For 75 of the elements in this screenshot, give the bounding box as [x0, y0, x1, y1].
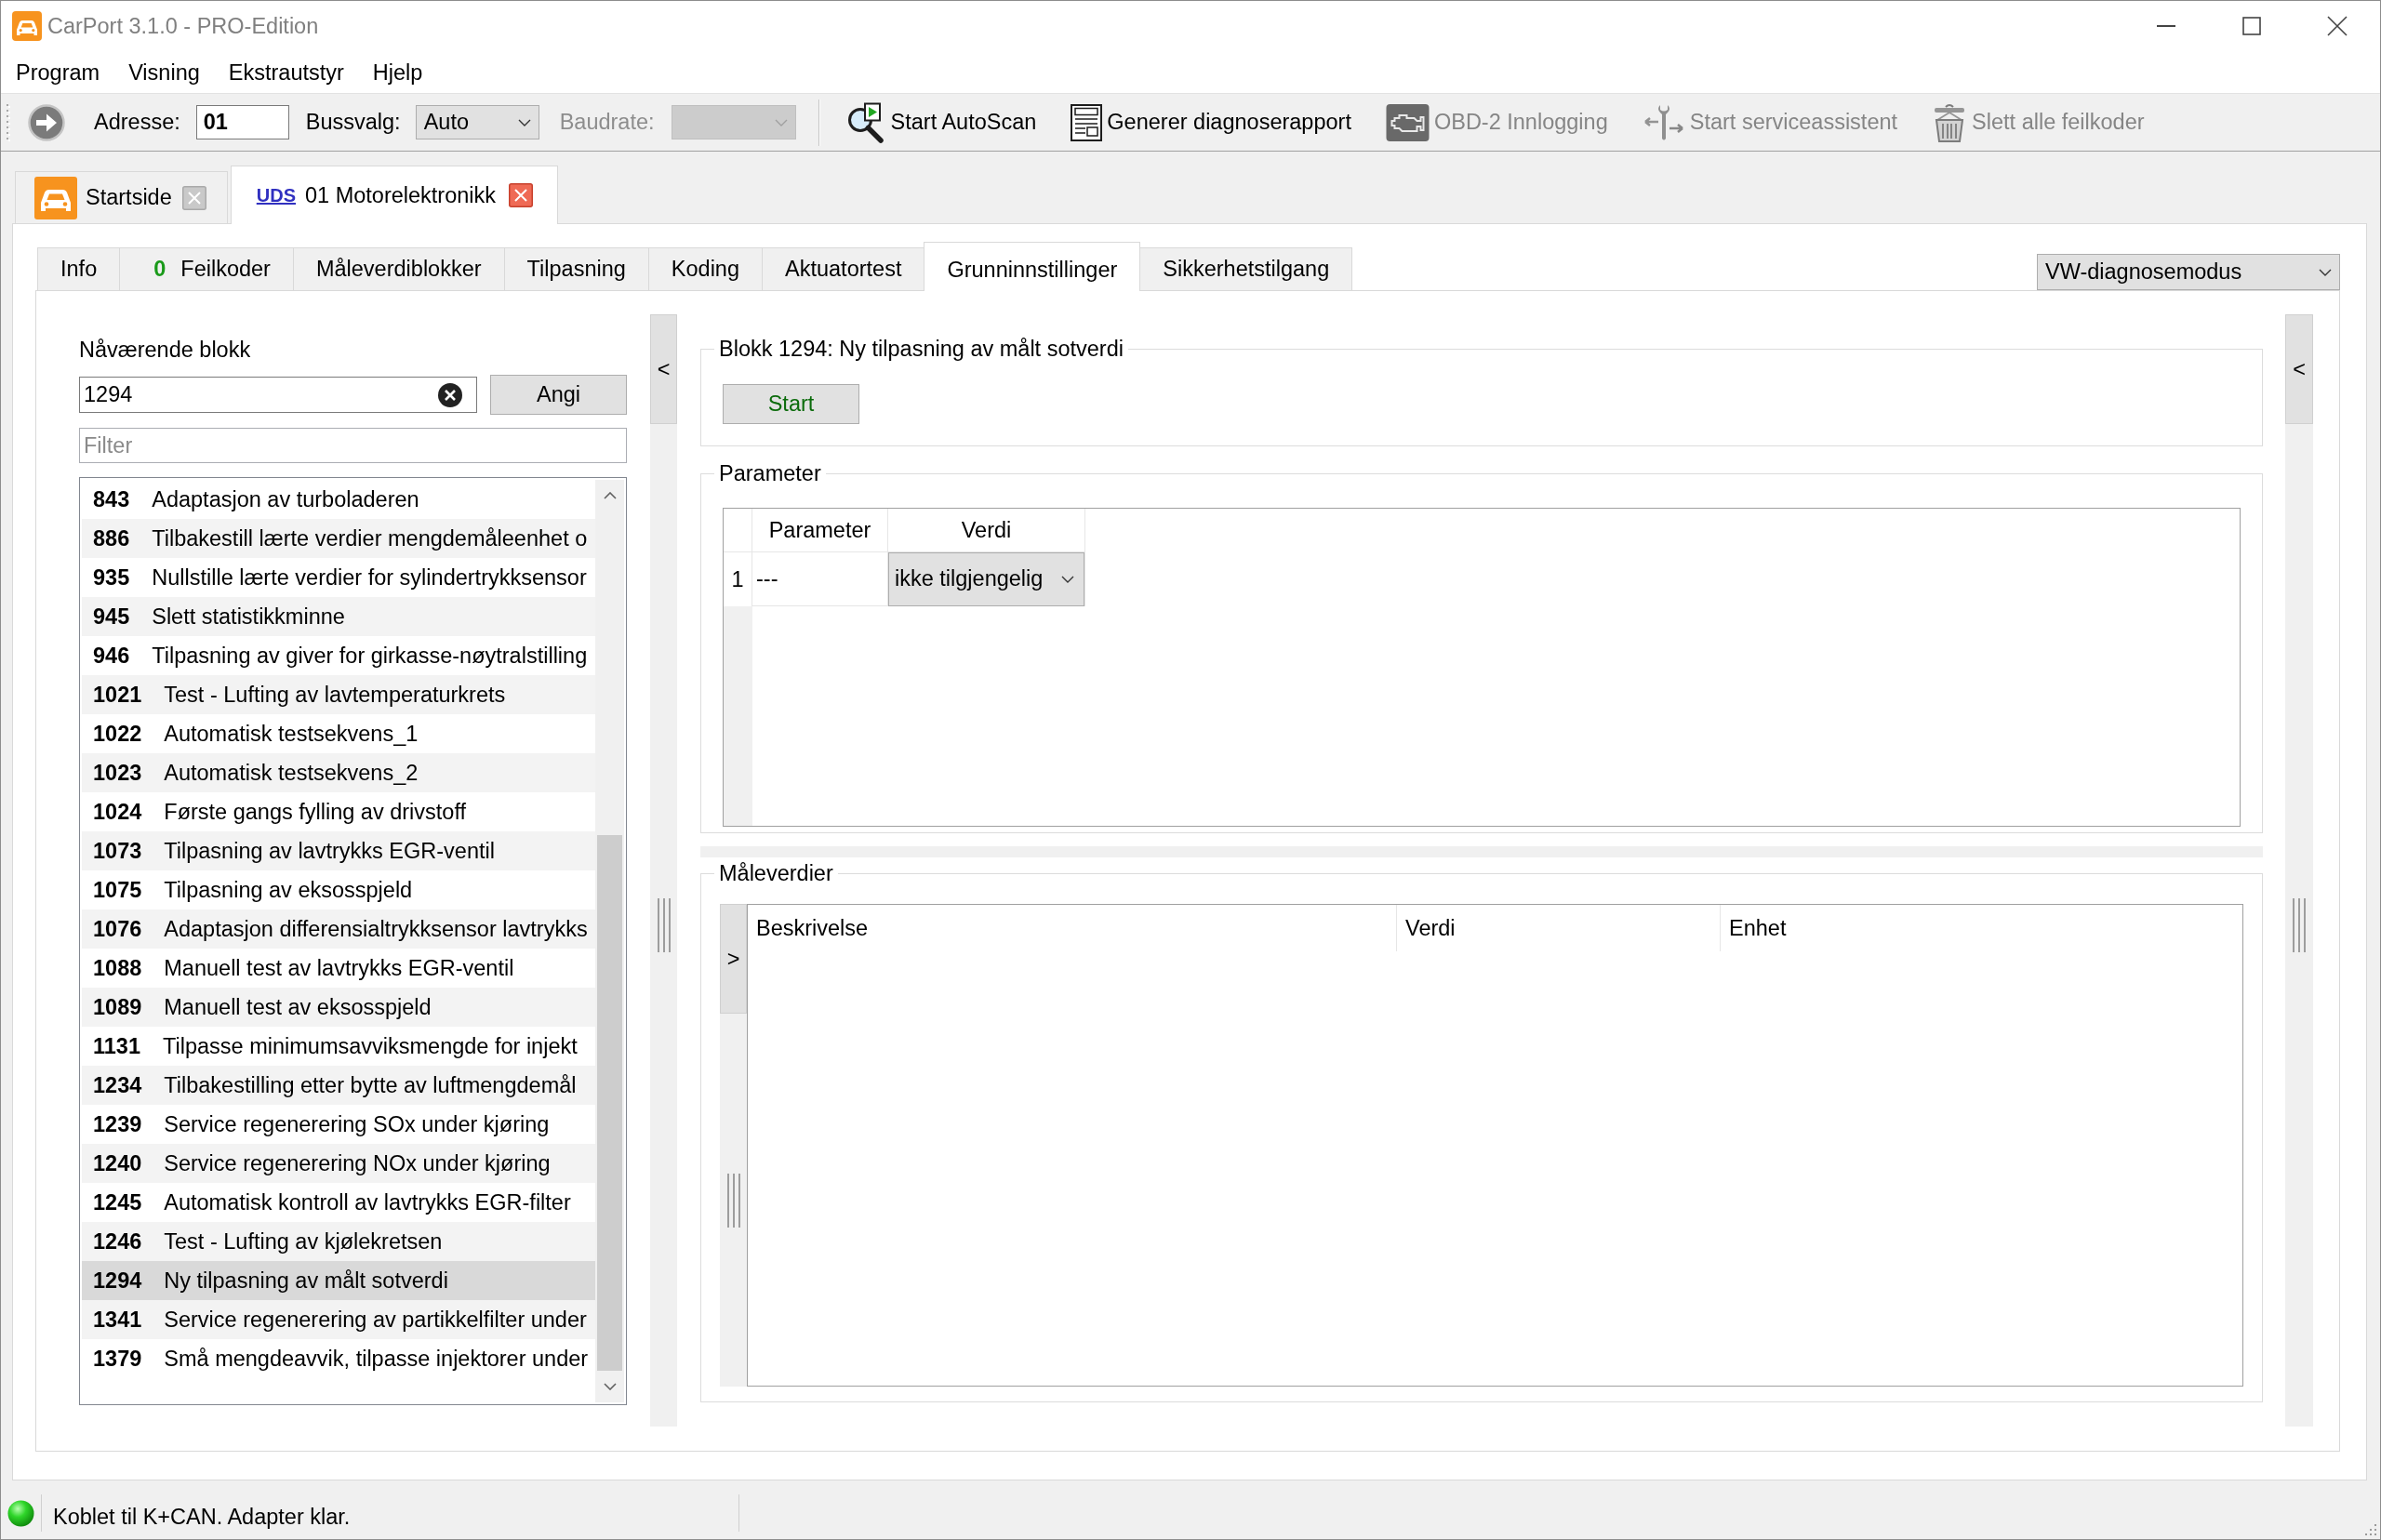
app-icon — [12, 11, 42, 41]
table-corner — [724, 509, 752, 552]
chevron-down-icon — [517, 118, 531, 126]
grip-icon[interactable] — [725, 1173, 741, 1228]
tab[interactable]: Sikkerhetstilgang — [1139, 247, 1353, 290]
scrollbar-thumb[interactable] — [597, 835, 622, 1371]
block-number-field[interactable]: 1294 — [79, 377, 477, 413]
tab[interactable]: Koding — [647, 247, 763, 290]
toolbar-grip[interactable] — [7, 101, 10, 143]
column-header: Parameter — [752, 509, 888, 552]
arrow-right-icon[interactable] — [28, 103, 65, 141]
filter-field[interactable]: Filter — [79, 428, 627, 463]
block-list-item[interactable]: 1021 Test - Lufting av lavtemperaturkrets — [82, 675, 595, 714]
value-dropdown[interactable]: ikke tilgjengelig — [888, 551, 1084, 606]
bus-dropdown[interactable]: Auto — [415, 105, 539, 139]
tab[interactable]: Tilpasning — [503, 247, 649, 290]
window-title: CarPort 3.1.0 - PRO-Edition — [47, 13, 319, 39]
report-button[interactable]: Generer diagnoserapport — [1071, 100, 1351, 144]
expand-button[interactable]: > — [720, 904, 747, 1014]
block-list-item[interactable]: 1294 Ny tilpasning av målt sotverdi — [82, 1261, 595, 1300]
block-list-item[interactable]: 945 Slett statistikkminne — [82, 597, 595, 636]
column-header: Verdi — [1397, 905, 1721, 951]
block-list-item[interactable]: 1246 Test - Lufting av kjølekretsen — [82, 1222, 595, 1261]
block-label: Nåværende blokk — [79, 338, 252, 363]
tab[interactable]: Måleverdiblokker — [292, 247, 505, 290]
group-title: Blokk 1294: Ny tilpasning av målt sotverdi — [718, 337, 1124, 362]
document-tab[interactable]: UDS 01 Motorelektronikk — [230, 166, 559, 224]
block-list-item[interactable]: 1234 Tilbakestilling etter bytte av luftmengdemål — [82, 1066, 595, 1105]
document-tab[interactable]: Startside — [15, 171, 228, 223]
chevron-down-icon — [1061, 575, 1074, 583]
clear-icon[interactable] — [437, 381, 463, 408]
group-title: Parameter — [718, 461, 822, 486]
grip-icon[interactable] — [2292, 898, 2307, 952]
block-list-item[interactable]: 1240 Service regenerering NOx under kjøring — [82, 1144, 595, 1183]
status-text: Koblet til K+CAN. Adapter klar. — [53, 1504, 351, 1529]
tab[interactable]: Info — [37, 247, 121, 290]
autoscan-button[interactable]: Start AutoScan — [845, 100, 1037, 144]
car-icon — [34, 176, 77, 219]
tab[interactable]: 0 Feilkoder — [119, 247, 294, 290]
block-list-item[interactable]: 1341 Service regenerering av partikkelfilter under — [82, 1300, 595, 1339]
chevron-down-icon — [2319, 268, 2332, 276]
collapse-button[interactable]: < — [650, 314, 677, 424]
scroll-up-icon[interactable] — [603, 492, 617, 499]
row-number: 1 — [724, 552, 752, 606]
group-title: Måleverdier — [718, 861, 834, 886]
column-header: Enhet — [1728, 914, 1788, 942]
start-button[interactable]: Start — [723, 384, 859, 424]
block-list-item[interactable]: 1073 Tilpasning av lavtrykks EGR-ventil — [82, 831, 595, 870]
bus-label: Bussvalg: — [305, 110, 401, 135]
menu-item[interactable]: Hjelp — [365, 57, 431, 87]
close-icon[interactable] — [509, 183, 534, 207]
set-button[interactable]: Angi — [490, 375, 627, 415]
block-list-item[interactable]: 1076 Adaptasjon differensialtrykksensor lavtrykks — [82, 909, 595, 949]
menu-item[interactable]: Ekstrautstyr — [220, 57, 352, 87]
mode-dropdown[interactable]: VW-diagnosemodus — [2037, 254, 2340, 290]
document-icon — [1071, 103, 1103, 141]
tab[interactable]: Grunninnstillinger — [924, 242, 1141, 291]
menu-item[interactable]: Program — [8, 57, 108, 87]
chevron-down-icon — [774, 118, 788, 126]
close-icon[interactable] — [2327, 16, 2348, 36]
collapse-button[interactable]: < — [2285, 314, 2313, 424]
block-list-item[interactable]: 886 Tilbakestill lærte verdier mengdemåleenhet o — [82, 519, 595, 558]
baudrate-label: Baudrate: — [559, 110, 655, 135]
maximize-icon[interactable] — [2242, 17, 2261, 35]
address-field[interactable]: 01 — [195, 105, 289, 139]
address-label: Adresse: — [94, 110, 180, 135]
block-list-item[interactable]: 1089 Manuell test av eksosspjeld — [82, 988, 595, 1027]
tab[interactable]: Aktuatortest — [762, 247, 925, 290]
grip-icon[interactable] — [656, 898, 672, 952]
menu-item[interactable]: Visning — [121, 57, 207, 87]
block-list-item[interactable]: 1023 Automatisk testsekvens_2 — [82, 753, 595, 792]
column-header: Beskrivelse — [748, 905, 1397, 951]
resize-grip-icon[interactable] — [2364, 1523, 2377, 1536]
scroll-down-icon[interactable] — [603, 1383, 617, 1390]
engine-icon — [1385, 103, 1430, 141]
